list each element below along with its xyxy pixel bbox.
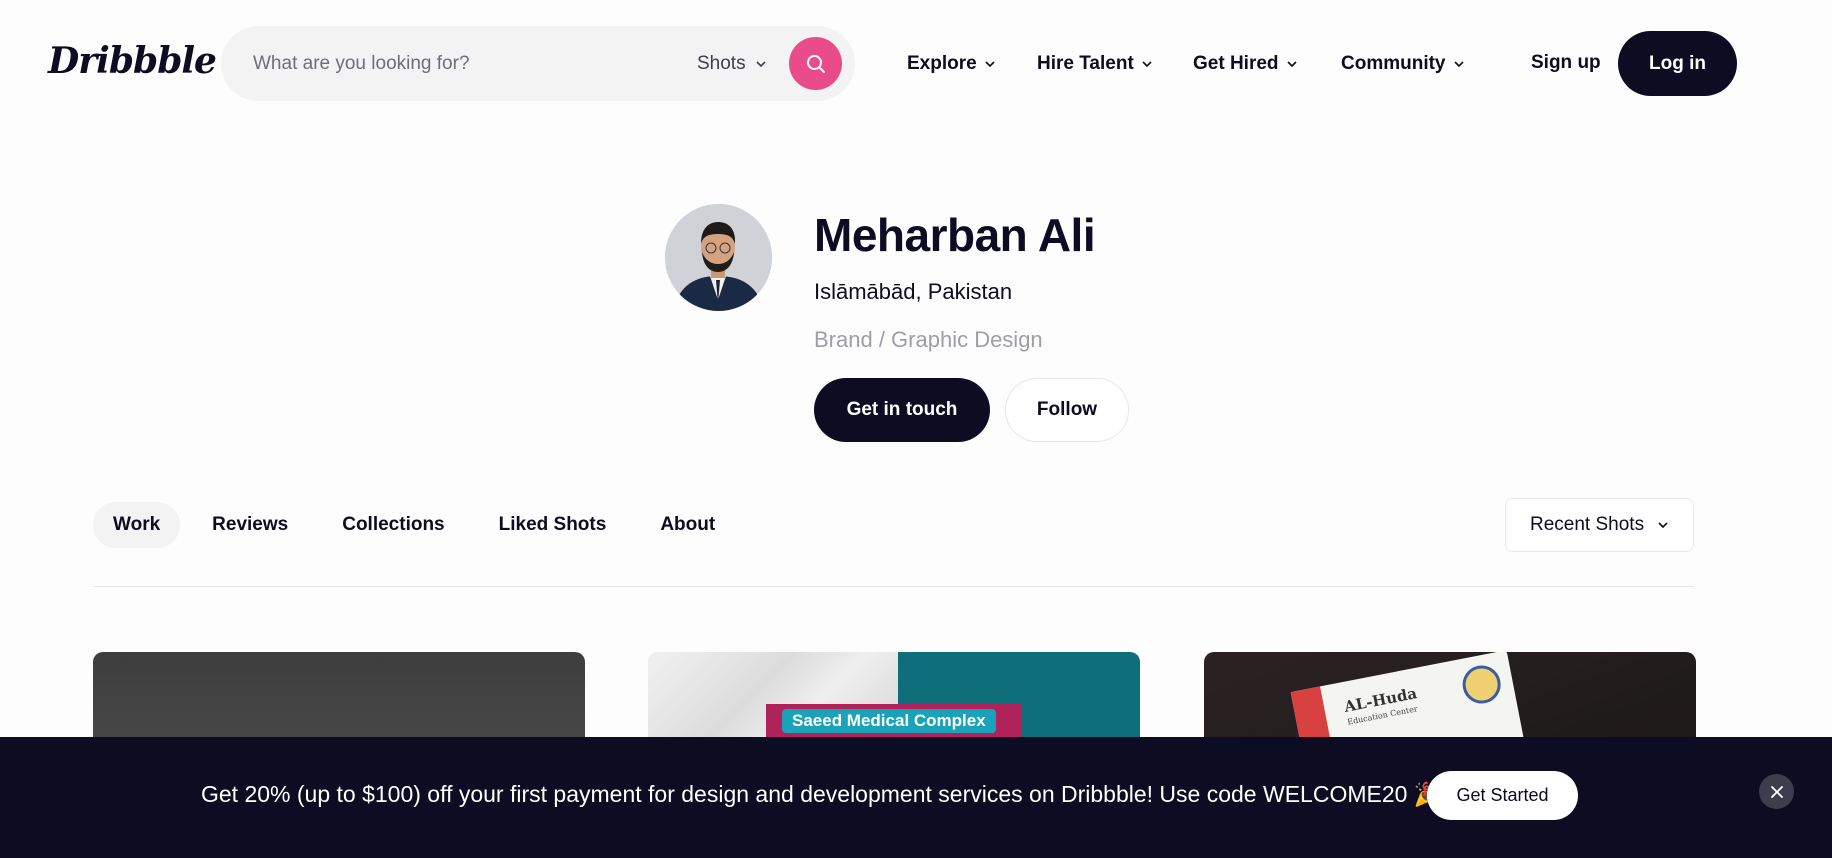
search-input[interactable] [253, 46, 673, 82]
tab-work[interactable]: Work [93, 502, 181, 548]
search-scope-label: Shots [697, 53, 746, 74]
get-started-button[interactable]: Get Started [1427, 771, 1578, 820]
profile-photo [665, 204, 772, 311]
nav-community[interactable]: Community [1341, 50, 1464, 78]
sign-up-link[interactable]: Sign up [1531, 52, 1601, 74]
nav-get-hired[interactable]: Get Hired [1193, 50, 1297, 78]
seal-logo-icon [1459, 662, 1504, 707]
divider [93, 586, 1694, 587]
chevron-down-icon [1658, 522, 1668, 529]
sort-dropdown[interactable]: Recent Shots [1505, 498, 1694, 552]
sort-label: Recent Shots [1530, 514, 1645, 535]
follow-button[interactable]: Follow [1005, 378, 1129, 442]
get-in-touch-button[interactable]: Get in touch [814, 378, 990, 442]
search-bar: Shots [221, 26, 855, 101]
chevron-down-icon [1142, 61, 1152, 68]
profile-tabs: Work Reviews Collections Liked Shots Abo… [93, 502, 735, 548]
dribbble-logo[interactable]: Dribbble [48, 40, 217, 82]
chevron-down-icon [1453, 61, 1464, 68]
tab-liked-shots[interactable]: Liked Shots [479, 502, 627, 548]
chevron-down-icon [1286, 61, 1297, 68]
search-button[interactable] [789, 37, 842, 90]
tab-collections[interactable]: Collections [322, 502, 464, 548]
search-scope-dropdown[interactable]: Shots [697, 50, 766, 78]
nav-get-hired-label: Get Hired [1193, 53, 1279, 74]
top-navigation: Dribbble Shots Explore Hire Talent Get H… [0, 0, 1832, 128]
avatar [665, 204, 772, 311]
nav-hire-talent[interactable]: Hire Talent [1037, 50, 1152, 78]
chevron-down-icon [985, 61, 995, 68]
nav-community-label: Community [1341, 53, 1446, 74]
log-in-button[interactable]: Log in [1618, 31, 1737, 96]
nav-explore[interactable]: Explore [907, 50, 995, 78]
promo-banner: Get 20% (up to $100) off your first paym… [0, 737, 1832, 858]
profile-location: Islāmābād, Pakistan [814, 279, 1013, 304]
close-icon [1770, 785, 1783, 798]
shot-title-label: Saeed Medical Complex [782, 709, 996, 733]
close-button[interactable] [1759, 774, 1794, 809]
profile-specialty: Brand / Graphic Design [814, 327, 1043, 352]
tab-about[interactable]: About [640, 502, 735, 548]
search-icon [806, 54, 825, 73]
chevron-down-icon [756, 61, 766, 68]
promo-text: Get 20% (up to $100) off your first paym… [201, 781, 1443, 807]
profile-name: Meharban Ali [814, 209, 1096, 261]
tab-reviews[interactable]: Reviews [192, 502, 308, 548]
nav-explore-label: Explore [907, 53, 977, 74]
nav-hire-talent-label: Hire Talent [1037, 53, 1134, 74]
